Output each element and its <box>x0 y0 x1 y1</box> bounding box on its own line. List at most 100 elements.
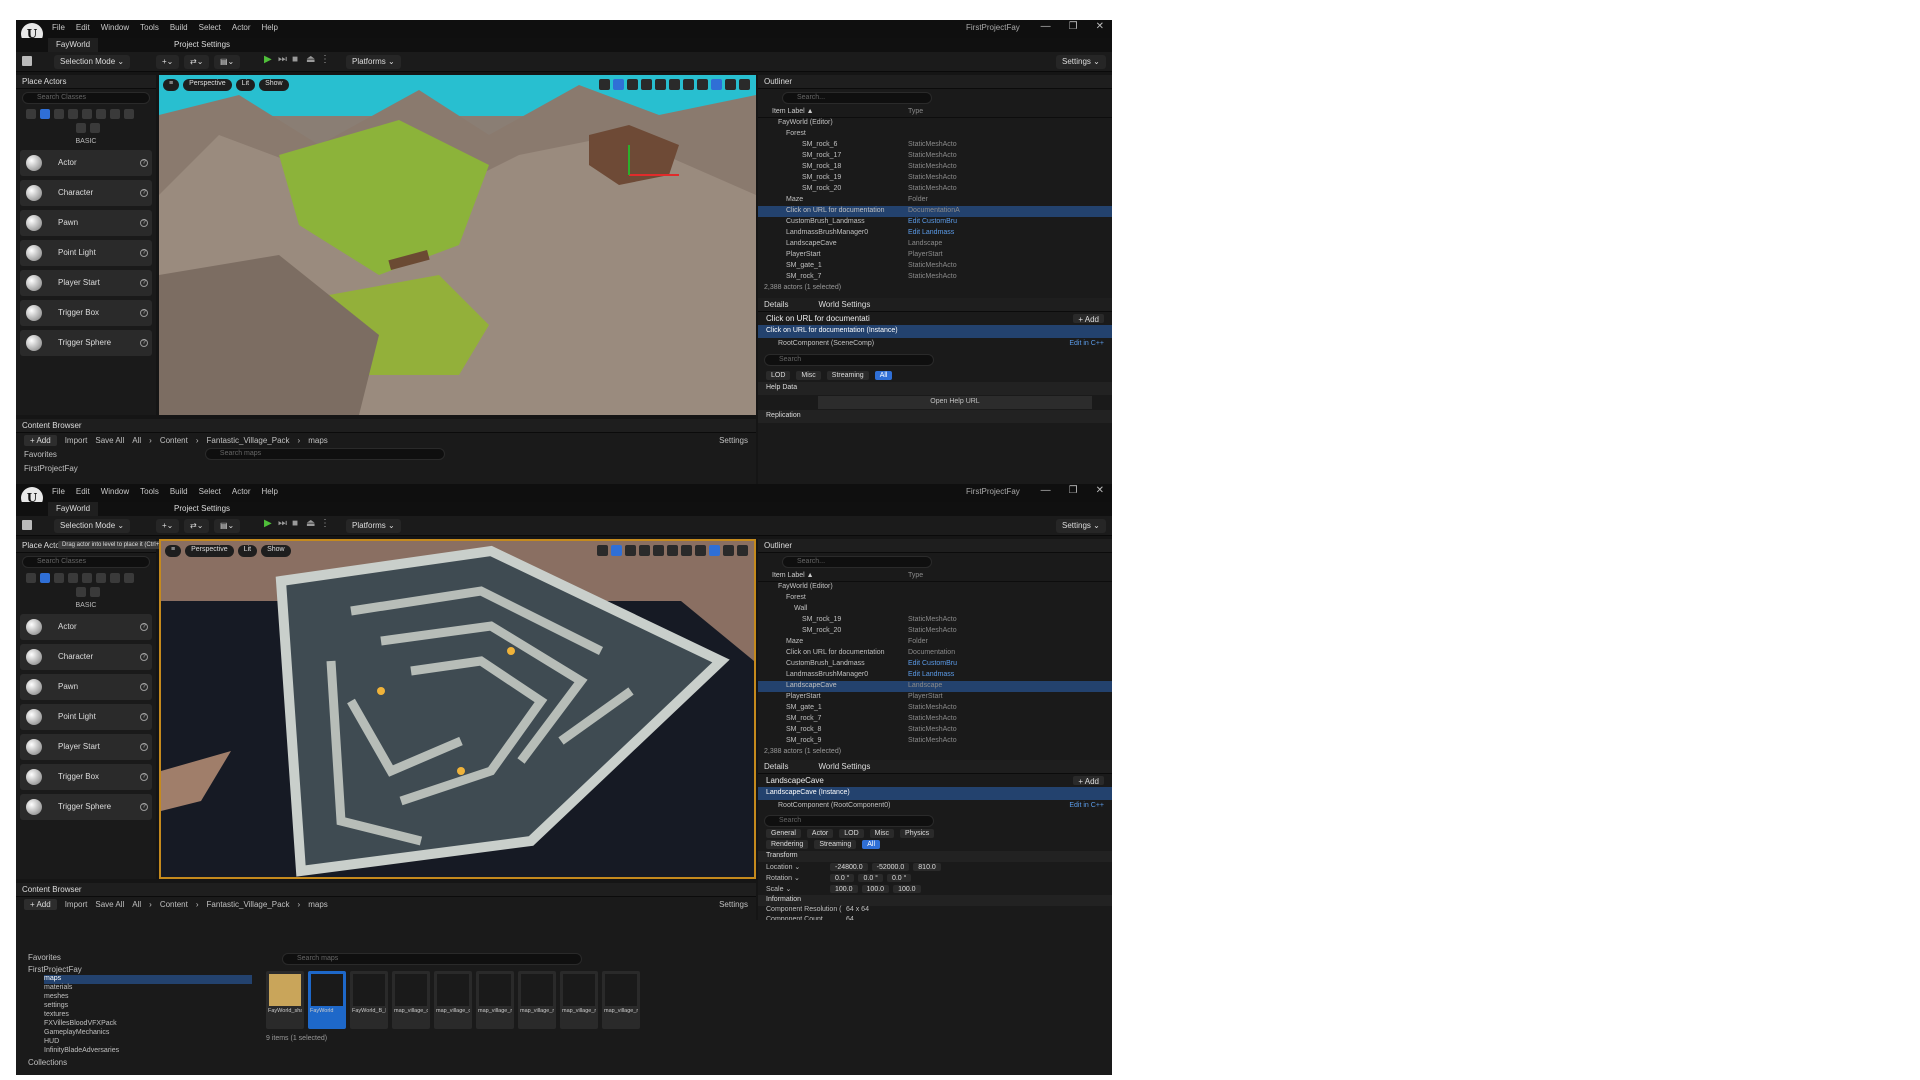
folder-item[interactable]: maps <box>44 975 252 984</box>
player-start-item[interactable]: Player Start? <box>20 270 152 296</box>
visual-effects-icon[interactable] <box>82 109 92 119</box>
favorites-label[interactable]: Favorites <box>28 953 61 962</box>
rotate-icon[interactable] <box>627 79 638 90</box>
maximize-button[interactable]: ❐ <box>1069 485 1078 496</box>
tab-project-settings[interactable]: Project Settings <box>166 502 238 516</box>
grid-snap-icon[interactable] <box>683 79 694 90</box>
outliner-row[interactable]: CustomBrush_Landmass Edit CustomBru <box>758 217 1112 228</box>
folder-item[interactable]: HUD <box>44 1038 252 1047</box>
asset-tile[interactable]: map_village_rainbow <box>560 971 598 1029</box>
stop-icon[interactable]: ■ <box>292 518 298 529</box>
transform-section[interactable]: Transform <box>758 851 1112 862</box>
instance-row[interactable]: Click on URL for documentation (Instance… <box>758 325 1112 338</box>
more-icon[interactable] <box>90 123 100 133</box>
geometry-icon[interactable] <box>96 573 106 583</box>
folder-item[interactable]: meshes <box>44 993 252 1002</box>
select-icon[interactable] <box>599 79 610 90</box>
rotation-z[interactable]: 0.0 ° <box>886 874 912 882</box>
help-icon[interactable]: ? <box>140 683 148 691</box>
menu-tools[interactable]: Tools <box>140 23 159 32</box>
recent-icon[interactable] <box>26 109 36 119</box>
rotation-label[interactable]: Rotation ⌄ <box>766 874 826 882</box>
help-icon[interactable]: ? <box>140 219 148 227</box>
platforms-button[interactable]: Platforms ⌄ <box>346 55 401 69</box>
filter-all[interactable]: All <box>862 840 880 849</box>
viewport-menu-button[interactable]: ≡ <box>165 545 182 557</box>
add-button[interactable]: + Add <box>24 898 57 910</box>
location-label[interactable]: Location ⌄ <box>766 863 826 871</box>
col-type[interactable]: Type <box>908 108 923 115</box>
surface-snap-icon[interactable] <box>669 79 680 90</box>
location-x[interactable]: -24800.0 <box>830 863 868 871</box>
outliner-row[interactable]: SM_rock_19 StaticMeshActo <box>758 615 1112 626</box>
character-item[interactable]: Character? <box>20 644 152 670</box>
scale-icon[interactable] <box>639 545 650 556</box>
help-icon[interactable]: ? <box>140 189 148 197</box>
outliner-row[interactable]: Click on URL for documentation Documentat… <box>758 648 1112 659</box>
location-z[interactable]: 810.0 <box>913 863 941 871</box>
menu-tools[interactable]: Tools <box>140 487 159 496</box>
more-icon[interactable] <box>90 587 100 597</box>
location-y[interactable]: -52000.0 <box>871 863 910 871</box>
help-icon[interactable]: ? <box>140 773 148 781</box>
cinematics-button[interactable]: ▤⌄ <box>214 55 241 69</box>
edit-cpp-link[interactable]: Edit in C++ <box>1069 340 1104 349</box>
asset-tile[interactable]: map_village_night <box>476 971 514 1029</box>
help-data-section[interactable]: Help Data <box>758 382 1112 395</box>
save-all-button[interactable]: Save All <box>95 900 124 909</box>
geometry-icon[interactable] <box>96 109 106 119</box>
platforms-button[interactable]: Platforms ⌄ <box>346 519 401 533</box>
more-options-icon[interactable]: ⋮ <box>320 518 330 529</box>
world-icon[interactable] <box>653 545 664 556</box>
asset-tile[interactable]: FayWorld_B_Data <box>350 971 388 1029</box>
outliner-row[interactable]: SM_rock_18 StaticMeshActo <box>758 162 1112 173</box>
skip-icon[interactable]: ⏭ <box>278 518 287 529</box>
viewport-menu-button[interactable]: ≡ <box>163 79 180 91</box>
filter-all[interactable]: All <box>874 371 893 380</box>
selection-mode-button[interactable]: Selection Mode ⌄ <box>54 519 131 533</box>
close-button[interactable]: ✕ <box>1096 485 1104 496</box>
menu-actor[interactable]: Actor <box>232 487 251 496</box>
maximize-viewport-icon[interactable] <box>739 79 750 90</box>
outliner-search-input[interactable]: Search... <box>782 92 932 104</box>
outliner-row[interactable]: PlayerStart PlayerStart <box>758 692 1112 703</box>
lights-icon[interactable] <box>54 573 64 583</box>
asset-tile[interactable]: FayWorld <box>308 971 346 1029</box>
outliner-row[interactable]: SM_rock_7 StaticMeshActo <box>758 272 1112 283</box>
col-item-label[interactable]: Item Label ▲ <box>772 108 814 115</box>
class-search-input[interactable]: Search Classes <box>22 92 150 104</box>
folder-item[interactable]: InfinityBladeAdversaries <box>44 1047 252 1056</box>
cinematic-icon[interactable] <box>68 573 78 583</box>
folder-item[interactable]: materials <box>44 984 252 993</box>
lights-icon[interactable] <box>54 109 64 119</box>
scale-snap-icon[interactable] <box>711 79 722 90</box>
crumb-all[interactable]: All <box>132 900 141 909</box>
asset-tile[interactable]: map_village_day <box>392 971 430 1029</box>
maximize-viewport-icon[interactable] <box>737 545 748 556</box>
menu-file[interactable]: File <box>52 23 65 32</box>
play-icon[interactable]: ▶ <box>264 54 272 65</box>
crumb-content[interactable]: Content <box>160 900 188 909</box>
outliner-search-input[interactable]: Search... <box>782 556 932 568</box>
eject-icon[interactable]: ⏏ <box>306 518 315 529</box>
asset-search-input[interactable]: Search maps <box>204 448 445 460</box>
cinematic-icon[interactable] <box>68 109 78 119</box>
project-folder[interactable]: FirstProjectFay <box>28 965 82 974</box>
stop-icon[interactable]: ■ <box>292 54 298 65</box>
menu-build[interactable]: Build <box>170 23 188 32</box>
help-icon[interactable]: ? <box>140 159 148 167</box>
trigger-box-item[interactable]: Trigger Box? <box>20 300 152 326</box>
import-button[interactable]: Import <box>65 436 88 445</box>
shapes-icon[interactable] <box>76 587 86 597</box>
rotate-icon[interactable] <box>625 545 636 556</box>
outliner-row[interactable]: LandmassBrushManager0 Edit Landmass <box>758 228 1112 239</box>
outliner-row[interactable]: LandmassBrushManager0 Edit Landmass <box>758 670 1112 681</box>
outliner-row[interactable]: Maze Folder <box>758 637 1112 648</box>
filter-rendering[interactable]: Rendering <box>766 840 809 849</box>
basic-category-icon[interactable] <box>40 109 50 119</box>
filter-actor[interactable]: Actor <box>806 829 834 838</box>
actor-item[interactable]: Actor? <box>20 150 152 176</box>
settings-button[interactable]: Settings ⌄ <box>1056 519 1106 533</box>
volumes-icon[interactable] <box>110 109 120 119</box>
player-start-item[interactable]: Player Start? <box>20 734 152 760</box>
